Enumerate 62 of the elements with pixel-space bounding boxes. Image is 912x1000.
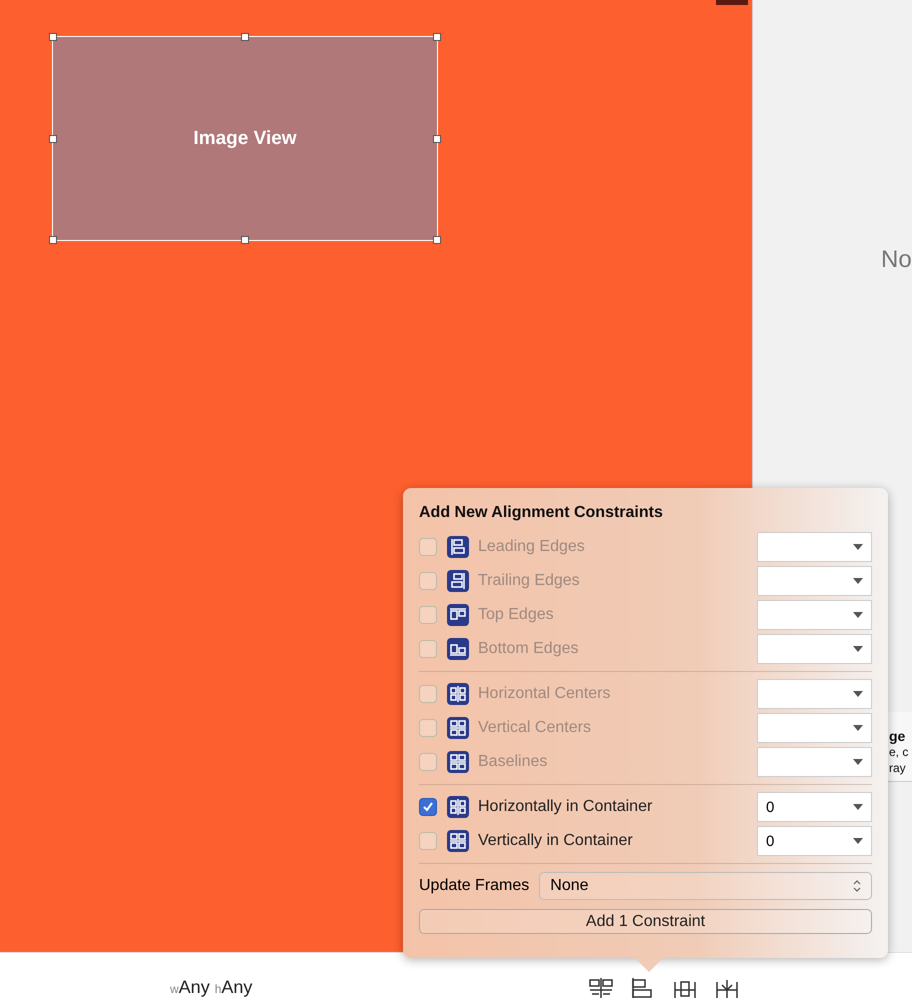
- popover-arrow: [635, 958, 663, 972]
- checkmark-icon: [422, 801, 434, 813]
- alignment-icon: [447, 570, 469, 592]
- constraint-label: Horizontally in Container: [478, 798, 654, 816]
- constant-field[interactable]: [757, 713, 872, 743]
- constraint-label: Horizontal Centers: [478, 685, 612, 703]
- dropdown-arrow-icon: [853, 646, 863, 652]
- constant-field[interactable]: [757, 532, 872, 562]
- constraint-label: Trailing Edges: [478, 572, 581, 590]
- constant-field[interactable]: [757, 679, 872, 709]
- description-text: ge: [889, 728, 906, 744]
- constant-field[interactable]: 0: [757, 792, 872, 822]
- constraint-label: Top Edges: [478, 606, 555, 624]
- checkbox[interactable]: [419, 798, 437, 816]
- constraint-label: Leading Edges: [478, 538, 586, 556]
- constraint-label: Vertically in Container: [478, 832, 634, 850]
- stepper-arrows-icon: [853, 880, 861, 892]
- dropdown-arrow-icon: [853, 612, 863, 618]
- view-corner: [716, 0, 748, 5]
- description-text: e, c: [889, 744, 910, 760]
- constant-field[interactable]: [757, 634, 872, 664]
- alignment-icon: [447, 751, 469, 773]
- resize-handle[interactable]: [49, 134, 57, 142]
- update-frames-label: Update Frames: [419, 877, 530, 895]
- constraint-label: Baselines: [478, 753, 548, 771]
- alignment-icon: [447, 830, 469, 852]
- constraint-label: Vertical Centers: [478, 719, 592, 737]
- size-class-label[interactable]: wAny hAny: [170, 977, 252, 999]
- description-text: ray: [889, 760, 907, 776]
- popover-title: Add New Alignment Constraints: [419, 504, 664, 522]
- dropdown-arrow-icon: [853, 838, 863, 844]
- image-view-label: Image View: [193, 128, 297, 150]
- resize-handle[interactable]: [49, 33, 57, 41]
- checkbox[interactable]: [419, 832, 437, 850]
- alignment-icon: [447, 638, 469, 660]
- resize-handle[interactable]: [49, 236, 57, 244]
- dropdown-arrow-icon: [853, 804, 863, 810]
- constant-field[interactable]: [757, 566, 872, 596]
- update-frames-select[interactable]: None: [539, 872, 872, 900]
- resize-handle[interactable]: [241, 33, 249, 41]
- dropdown-arrow-icon: [853, 759, 863, 765]
- image-view[interactable]: Image View: [52, 36, 438, 241]
- alignment-icon: [447, 717, 469, 739]
- resize-handle[interactable]: [433, 134, 441, 142]
- align-icon[interactable]: [588, 976, 614, 1000]
- constant-field[interactable]: [757, 747, 872, 777]
- dropdown-arrow-icon: [853, 544, 863, 550]
- placeholder-text: No: [881, 246, 912, 274]
- constant-field[interactable]: 0: [757, 826, 872, 856]
- dropdown-arrow-icon: [853, 578, 863, 584]
- alignment-icon: [447, 683, 469, 705]
- constraint-label: Bottom Edges: [478, 640, 580, 658]
- dropdown-arrow-icon: [853, 725, 863, 731]
- resize-handle[interactable]: [241, 236, 249, 244]
- alignment-icon: [447, 536, 469, 558]
- resize-handle[interactable]: [433, 33, 441, 41]
- alignment-icon: [447, 604, 469, 626]
- resize-handle[interactable]: [433, 236, 441, 244]
- add-constraint-button[interactable]: Add 1 Constraint: [419, 909, 872, 934]
- constant-field[interactable]: [757, 600, 872, 630]
- alignment-icon: [447, 796, 469, 818]
- dropdown-arrow-icon: [853, 691, 863, 697]
